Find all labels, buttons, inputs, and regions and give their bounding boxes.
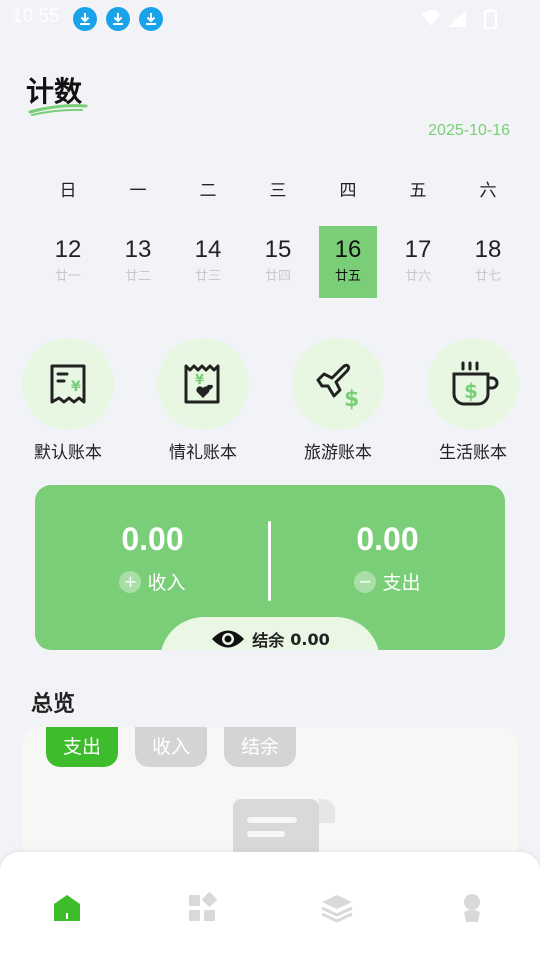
tab-balance[interactable]: 结余: [224, 727, 296, 767]
balance-label: 结余: [252, 631, 285, 650]
weekday-header: 日 一 二 三 四 五 六: [33, 176, 523, 202]
calendar-day[interactable]: 18 廿七: [459, 226, 517, 298]
lunar-date: 廿四: [264, 269, 291, 284]
day-number: 17: [404, 236, 432, 263]
svg-text:$: $: [464, 379, 478, 403]
nav-home[interactable]: [49, 890, 85, 926]
book-icon-circle: ¥: [22, 338, 114, 430]
day-number: 13: [124, 236, 152, 263]
plus-icon: +: [119, 570, 142, 593]
nav-layers[interactable]: [319, 890, 355, 926]
calendar-day[interactable]: 12 廿一: [39, 226, 97, 298]
weekday-label: 六: [479, 181, 497, 201]
calendar-day[interactable]: 13 廿二: [109, 226, 167, 298]
summary-card: 0.00 + 收入 0.00 − 支出 结余 0.00: [35, 485, 505, 650]
income-label: 收入: [147, 572, 186, 594]
balance-value: 0.00: [290, 629, 330, 649]
nav-profile[interactable]: [454, 890, 490, 926]
layers-icon[interactable]: [319, 890, 355, 926]
eye-icon[interactable]: [210, 628, 246, 650]
grid-icon[interactable]: [184, 890, 220, 926]
calendar-day[interactable]: 17 廿六: [389, 226, 447, 298]
download-icon: [106, 7, 130, 31]
plane-dollar-icon: $: [316, 363, 359, 410]
lunar-date: 廿七: [474, 269, 501, 284]
weekday-label: 一: [129, 181, 147, 201]
lunar-date: 廿五: [334, 269, 361, 284]
day-number: 14: [194, 236, 222, 263]
book-default[interactable]: ¥ 默认账本: [18, 338, 118, 463]
system-icons: [420, 8, 500, 34]
book-travel[interactable]: $ 旅游账本: [288, 338, 388, 463]
book-icon-circle: $: [292, 338, 384, 430]
download-icon: [73, 7, 97, 31]
income-summary[interactable]: 0.00 + 收入: [35, 521, 270, 595]
tab-income[interactable]: 收入: [135, 727, 207, 767]
lunar-date: 廿一: [54, 269, 81, 284]
book-icon-circle: $: [427, 338, 519, 430]
day-number: 16: [334, 236, 362, 263]
book-label: 情礼账本: [169, 443, 237, 463]
overview-title: 总览: [31, 692, 76, 717]
book-label: 默认账本: [34, 443, 102, 463]
empty-state-icon: [233, 799, 335, 857]
calendar-day-selected[interactable]: 16 廿五: [319, 226, 377, 298]
calendar-day[interactable]: 15 廿四: [249, 226, 307, 298]
lunar-date: 廿六: [404, 269, 431, 284]
nav-grid[interactable]: [184, 890, 220, 926]
status-time: 10:55: [12, 6, 60, 27]
svg-text:¥: ¥: [71, 379, 81, 395]
book-gift[interactable]: ¥ 情礼账本: [153, 338, 253, 463]
balance-tab[interactable]: 结余 0.00: [160, 617, 380, 650]
minus-icon: −: [354, 570, 377, 593]
lunar-date: 廿三: [194, 269, 221, 284]
expense-summary[interactable]: 0.00 − 支出: [270, 521, 505, 595]
receipt-yen-icon: ¥: [50, 364, 86, 404]
weekday-label: 日: [59, 181, 77, 201]
coffee-dollar-icon: $: [452, 361, 499, 406]
wifi-icon: [422, 10, 440, 26]
expense-label: 支出: [382, 572, 421, 594]
title-underline-decoration: [28, 104, 88, 116]
day-number: 15: [264, 236, 292, 263]
book-life[interactable]: $ 生活账本: [423, 338, 523, 463]
book-label: 旅游账本: [304, 443, 372, 463]
weekday-label: 三: [269, 181, 287, 201]
battery-icon: [484, 9, 497, 29]
day-number: 18: [474, 236, 502, 263]
profile-icon[interactable]: [454, 890, 490, 926]
download-icon: [139, 7, 163, 31]
income-value: 0.00: [121, 521, 184, 557]
tab-expense[interactable]: 支出: [46, 727, 118, 767]
book-icon-circle: ¥: [157, 338, 249, 430]
status-bar: 10:55: [0, 0, 540, 38]
current-date[interactable]: 2025-10-16: [428, 122, 510, 140]
weekday-label: 五: [409, 181, 427, 201]
gift-receipt-icon: ¥: [184, 364, 220, 404]
signal-icon: [448, 10, 466, 27]
day-number: 12: [54, 236, 82, 263]
weekday-label: 四: [339, 181, 357, 201]
bottom-nav: [0, 852, 540, 960]
svg-text:$: $: [344, 387, 359, 410]
calendar-day[interactable]: 14 廿三: [179, 226, 237, 298]
book-label: 生活账本: [439, 443, 507, 463]
expense-value: 0.00: [356, 521, 419, 557]
lunar-date: 廿二: [124, 269, 151, 284]
svg-text:¥: ¥: [195, 373, 204, 388]
home-icon[interactable]: [49, 890, 85, 926]
weekday-label: 二: [199, 181, 217, 201]
